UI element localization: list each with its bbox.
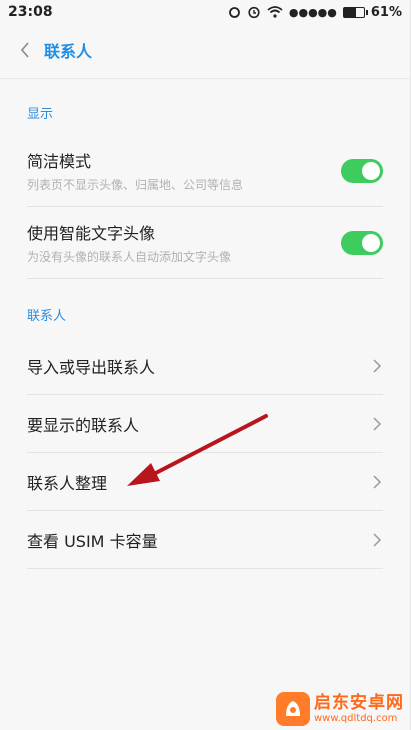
battery-percent: 61%: [370, 4, 402, 20]
status-bar: 23:08 ●●●●● 61%: [0, 0, 410, 24]
wifi-icon: [267, 6, 283, 18]
menu-item-label: 要显示的联系人: [27, 415, 140, 435]
setting-title: 简洁模式: [27, 152, 92, 171]
setting-subtitle: 列表页不显示头像、归属地、公司等信息: [27, 178, 244, 192]
alarm-icon: [248, 6, 260, 19]
menu-item-organize-contacts[interactable]: 联系人整理: [27, 453, 383, 511]
header-divider: [0, 78, 410, 79]
battery-icon: [342, 6, 368, 18]
menu-item-usim-capacity[interactable]: 查看 USIM 卡容量: [27, 511, 383, 569]
watermark-logo-icon: [276, 692, 310, 726]
section-label-contacts: 联系人: [27, 309, 67, 324]
menu-item-label: 导入或导出联系人: [27, 357, 156, 377]
menu-item-label: 查看 USIM 卡容量: [27, 531, 158, 551]
page-title: 联系人: [44, 42, 93, 61]
menu-item-label: 联系人整理: [27, 473, 108, 493]
menu-item-import-export[interactable]: 导入或导出联系人: [27, 337, 383, 395]
status-icons: ●●●●● 61%: [228, 5, 402, 20]
watermark: 启东安卓网 www.qdltdq.com: [276, 692, 404, 726]
watermark-url: www.qdltdq.com: [314, 712, 398, 724]
setting-subtitle: 为没有头像的联系人自动添加文字头像: [27, 250, 232, 264]
chevron-left-icon[interactable]: [16, 41, 34, 59]
chevron-right-icon: [373, 358, 382, 373]
status-time: 23:08: [8, 4, 53, 20]
sync-icon: [228, 6, 240, 18]
setting-row-simple-mode[interactable]: 简洁模式 列表页不显示头像、归属地、公司等信息: [27, 135, 383, 207]
menu-item-contacts-to-display[interactable]: 要显示的联系人: [27, 395, 383, 453]
section-label-display: 显示: [27, 107, 54, 122]
chevron-right-icon: [373, 532, 382, 547]
app-header: 联系人: [0, 24, 410, 76]
watermark-title: 启东安卓网: [314, 693, 404, 714]
setting-row-smart-avatar[interactable]: 使用智能文字头像 为没有头像的联系人自动添加文字头像: [27, 207, 383, 279]
signal-dots: ●●●●●: [288, 5, 337, 19]
chevron-right-icon: [373, 416, 382, 431]
simple-mode-toggle[interactable]: [341, 158, 383, 183]
smart-avatar-toggle[interactable]: [341, 230, 383, 255]
setting-title: 使用智能文字头像: [27, 224, 156, 243]
chevron-right-icon: [373, 474, 382, 489]
